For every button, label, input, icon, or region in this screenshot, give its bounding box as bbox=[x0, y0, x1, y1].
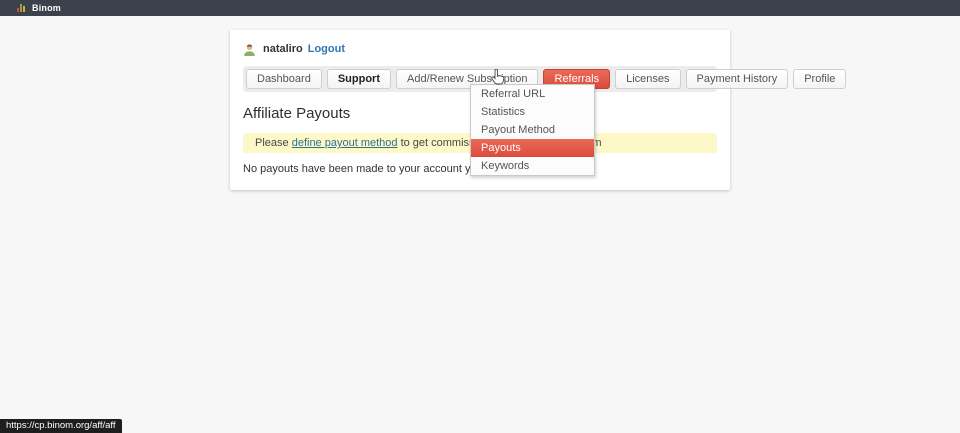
top-navigation-bar: Binom bbox=[0, 0, 960, 16]
menu-item-statistics[interactable]: Statistics bbox=[471, 103, 594, 121]
user-avatar-icon bbox=[243, 43, 256, 56]
define-payout-method-link[interactable]: define payout method bbox=[292, 137, 398, 149]
menu-item-payout-method[interactable]: Payout Method bbox=[471, 121, 594, 139]
link-preview-statusbar: https://cp.binom.org/aff/aff bbox=[0, 419, 122, 433]
user-name: nataliro bbox=[263, 43, 303, 55]
tab-support[interactable]: Support bbox=[327, 69, 391, 89]
menu-item-keywords[interactable]: Keywords bbox=[471, 157, 594, 175]
tab-dashboard[interactable]: Dashboard bbox=[246, 69, 322, 89]
tab-profile[interactable]: Profile bbox=[793, 69, 846, 89]
menu-item-referral-url[interactable]: Referral URL bbox=[471, 85, 594, 103]
tab-payment-history[interactable]: Payment History bbox=[686, 69, 789, 89]
bar-chart-icon bbox=[17, 4, 25, 12]
menu-item-payouts[interactable]: Payouts bbox=[471, 139, 594, 157]
referrals-dropdown-menu: Referral URL Statistics Payout Method Pa… bbox=[470, 84, 595, 176]
alert-text-prefix: Please bbox=[255, 137, 292, 149]
logout-link[interactable]: Logout bbox=[308, 43, 345, 55]
user-row: nataliro Logout bbox=[243, 41, 717, 57]
brand-title: Binom bbox=[32, 3, 61, 13]
tab-licenses[interactable]: Licenses bbox=[615, 69, 680, 89]
